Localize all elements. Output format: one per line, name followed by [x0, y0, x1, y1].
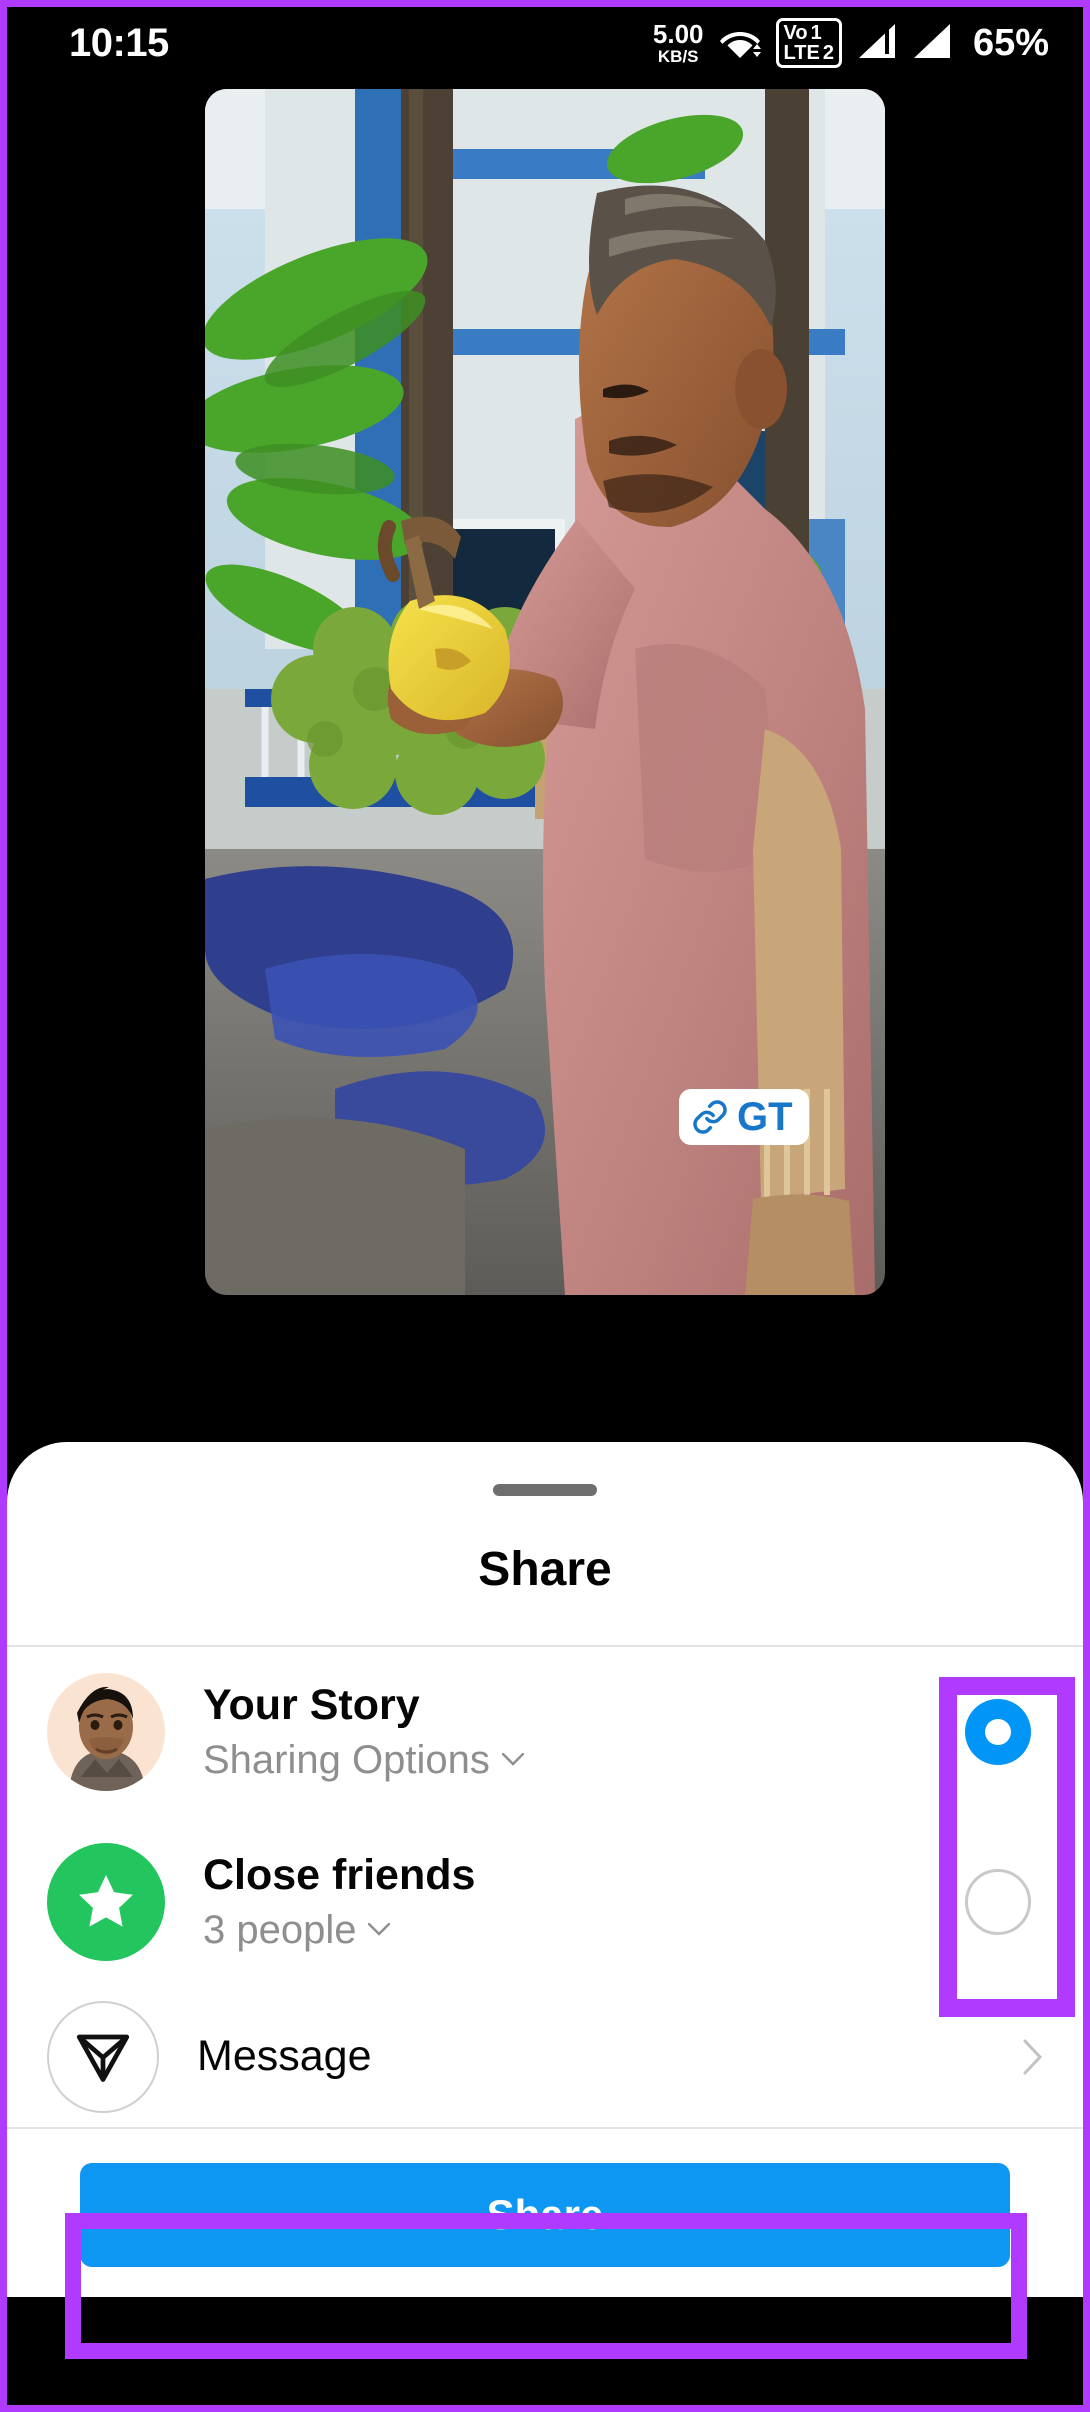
radio-your-story[interactable]	[965, 1699, 1031, 1765]
share-bottom-sheet: Share Your Story Sharing Options Close f…	[7, 1442, 1083, 2297]
row-text: Message	[197, 2032, 371, 2081]
row-text: Close friends 3 people	[203, 1851, 475, 1952]
volte-label-2: LTE	[783, 42, 820, 64]
drag-handle[interactable]	[493, 1484, 597, 1496]
signal-bars-icon-sim1	[857, 22, 897, 65]
system-navigation-bar	[7, 2297, 1083, 2405]
row-subtitle-text: 3 people	[203, 1907, 357, 1952]
chevron-down-icon	[501, 1753, 524, 1766]
row-subtitle[interactable]: Sharing Options	[203, 1737, 524, 1783]
close-friends-badge	[47, 1843, 165, 1961]
chevron-right-icon[interactable]	[1023, 2039, 1043, 2075]
row-subtitle-text: Sharing Options	[203, 1737, 490, 1782]
row-title: Message	[197, 2032, 372, 2081]
row-subtitle[interactable]: 3 people	[203, 1907, 475, 1953]
user-avatar	[47, 1673, 165, 1791]
sheet-title: Share	[478, 1543, 612, 1596]
network-speed-indicator: 5.00 KB/S	[653, 21, 704, 65]
wifi-icon	[719, 24, 761, 63]
battery-percentage: 65%	[972, 21, 1049, 64]
sidebar-item-message[interactable]: Message	[7, 1987, 1083, 2127]
avatar-photo	[47, 1673, 165, 1791]
status-bar-icons: 5.00 KB/S Vo 1 LTE 2 65%	[653, 18, 1049, 68]
row-title: Your Story	[203, 1681, 420, 1730]
story-media-preview[interactable]: GT	[205, 89, 885, 1295]
share-button[interactable]: Share	[80, 2163, 1010, 2267]
phone-screen: 10:15 5.00 KB/S Vo 1 LTE 2 65% GT Share …	[0, 0, 1090, 2412]
send-icon	[76, 2034, 130, 2082]
volte-sim-1: 1	[810, 22, 822, 44]
row-title: Close friends	[203, 1851, 476, 1900]
sidebar-item-close-friends[interactable]: Close friends 3 people	[7, 1817, 1083, 1987]
sidebar-item-your-story[interactable]: Your Story Sharing Options	[7, 1647, 1083, 1817]
network-speed-unit: KB/S	[657, 47, 699, 66]
share-button-area: Share	[7, 2129, 1083, 2297]
status-bar: 10:15 5.00 KB/S Vo 1 LTE 2 65%	[7, 7, 1083, 79]
volte-dual-sim-badge: Vo 1 LTE 2	[775, 18, 842, 68]
volte-sim-2: 2	[822, 42, 834, 64]
signal-bars-icon-sim2	[912, 22, 952, 65]
status-bar-clock: 10:15	[69, 20, 169, 65]
message-avatar	[47, 2001, 159, 2113]
link-icon	[691, 1098, 729, 1136]
network-speed-value: 5.00	[652, 19, 704, 49]
gt-watermark-text: GT	[737, 1095, 793, 1139]
chevron-down-icon	[368, 1923, 391, 1936]
volte-label-1: Vo	[783, 22, 808, 44]
star-icon	[79, 1875, 133, 1927]
radio-close-friends[interactable]	[965, 1869, 1031, 1935]
gt-watermark: GT	[679, 1089, 809, 1145]
row-text: Your Story Sharing Options	[203, 1681, 524, 1782]
home-gesture-pill[interactable]	[375, 2344, 715, 2358]
